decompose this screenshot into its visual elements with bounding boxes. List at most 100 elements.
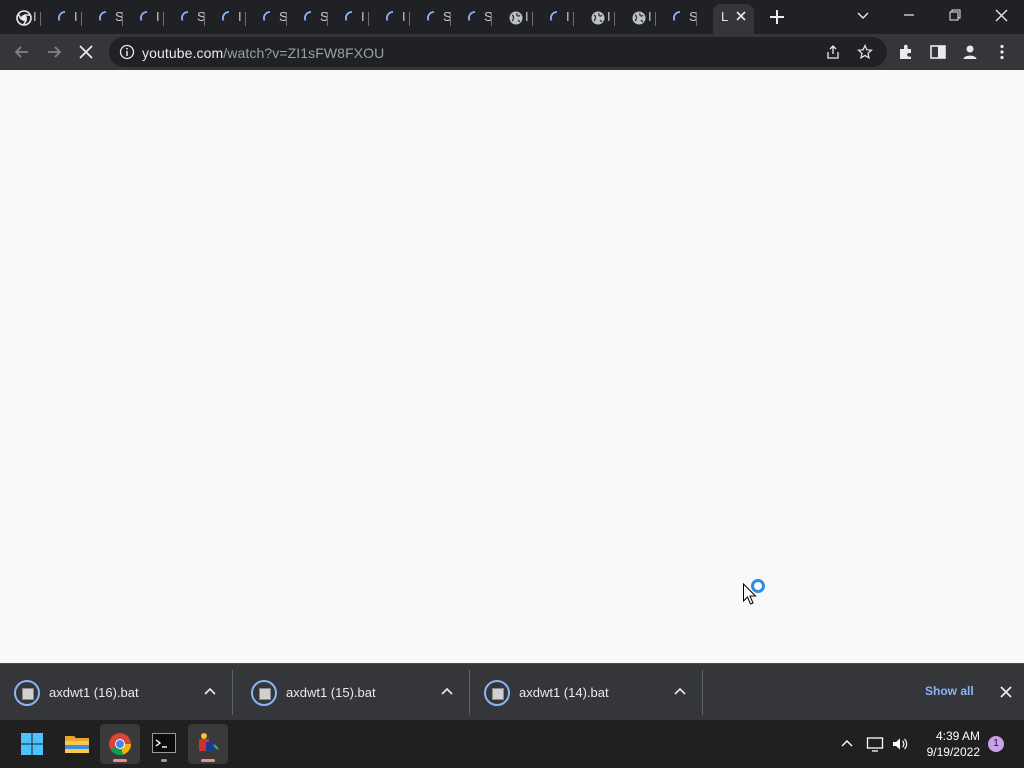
system-clock[interactable]: 4:39 AM 9/19/2022 [918,728,980,760]
chevron-up-icon[interactable] [204,686,216,698]
tab-title: I [238,9,242,24]
download-item[interactable]: axdwt1 (14).bat [470,664,703,721]
download-shelf: axdwt1 (16).bat axdwt1 (15).bat axdwt1 (… [0,663,1024,720]
browser-toolbar: youtube.com/watch?v=ZI1sFW8FXOU [0,34,1024,70]
tab-title: I [33,9,37,24]
tab-title: L [721,9,729,24]
loading-spinner-icon [180,10,196,26]
bookmark-star-icon[interactable] [857,44,873,60]
chrome-taskbar-button[interactable] [100,724,140,764]
running-indicator [161,759,167,762]
chevron-up-icon[interactable] [441,686,453,698]
browser-tab[interactable]: S [246,4,288,34]
browser-tab[interactable]: I [41,4,82,34]
file-explorer-button[interactable] [57,724,97,764]
app-icon [199,733,219,752]
loading-spinner-icon [303,10,319,26]
close-window-button[interactable] [978,0,1024,30]
windows-logo-icon [21,733,43,755]
url-path: /watch?v=ZI1sFW8FXOU [223,45,385,61]
globe-icon [508,10,524,26]
browser-tab[interactable]: S [164,4,206,34]
close-tab-icon[interactable] [733,8,749,24]
windows-taskbar: 4:39 AM 9/19/2022 1 [0,720,1024,768]
tab-title: I [361,9,365,24]
batch-file-icon [484,680,510,706]
chevron-down-icon [857,12,869,19]
show-hidden-icons-chevron-icon[interactable] [840,737,854,751]
browser-tab[interactable]: I [369,4,410,34]
tab-title: I [402,9,406,24]
tab-strip: IISISISSIISSIIIIS L [0,0,1024,34]
download-filename: axdwt1 (15).bat [286,685,376,700]
url-text[interactable]: youtube.com/watch?v=ZI1sFW8FXOU [142,45,384,61]
close-shelf-icon[interactable] [999,685,1013,699]
browser-tab[interactable]: I [492,4,533,34]
browser-tab[interactable]: S [451,4,493,34]
download-filename: axdwt1 (16).bat [49,685,139,700]
globe-icon [590,10,606,26]
side-panel-icon[interactable] [928,42,948,62]
terminal-taskbar-button[interactable] [144,724,184,764]
minimize-button[interactable] [886,0,932,30]
stop-loading-button[interactable] [76,42,96,62]
download-item[interactable]: axdwt1 (16).bat [0,664,233,721]
clock-time: 4:39 AM [935,729,980,743]
address-bar[interactable]: youtube.com/watch?v=ZI1sFW8FXOU [109,37,887,67]
page-content[interactable] [0,70,1024,663]
chrome-icon [109,733,132,756]
browser-tab[interactable]: I [615,4,656,34]
loading-spinner-icon [262,10,278,26]
info-icon[interactable] [119,44,135,60]
browser-tab[interactable]: I [205,4,246,34]
browser-tab[interactable]: I [328,4,369,34]
divider [232,670,233,715]
browser-tab[interactable]: I [574,4,615,34]
loading-spinner-icon [426,10,442,26]
app-taskbar-button[interactable] [188,724,228,764]
browser-tab[interactable]: S [410,4,452,34]
loading-spinner-icon [98,10,114,26]
profile-icon[interactable] [960,42,980,62]
extensions-icon[interactable] [896,42,916,62]
browser-tab[interactable]: S [287,4,329,34]
restore-button[interactable] [932,0,978,30]
browser-tab[interactable]: I [533,4,574,34]
loading-spinner-icon [221,10,237,26]
show-all-downloads-link[interactable]: Show all [925,684,974,698]
browser-tab[interactable]: I [0,4,41,34]
browser-tab[interactable]: S [656,4,698,34]
browser-tab[interactable]: I [123,4,164,34]
browser-tab[interactable]: S [82,4,124,34]
back-button[interactable] [12,42,32,62]
tab-title: I [156,9,160,24]
tab-divider [696,12,697,26]
volume-icon[interactable] [891,735,909,753]
start-button[interactable] [12,724,52,764]
tab-active[interactable]: L [713,4,754,34]
busy-cursor-icon [743,579,765,605]
tab-title: I [566,9,570,24]
chevron-up-icon[interactable] [674,686,686,698]
new-tab-button[interactable] [766,6,788,28]
tab-title: I [525,9,529,24]
download-filename: axdwt1 (14).bat [519,685,609,700]
loading-spinner-icon [344,10,360,26]
notification-badge[interactable]: 1 [988,736,1004,752]
share-icon[interactable] [825,44,841,60]
loading-spinner-icon [467,10,483,26]
tab-search-button[interactable] [840,0,886,30]
restore-icon [949,9,961,21]
tab-title: I [648,9,652,24]
menu-kebab-icon[interactable] [992,42,1012,62]
forward-button[interactable] [44,42,64,62]
download-item[interactable]: axdwt1 (15).bat [237,664,470,721]
loading-spinner-icon [139,10,155,26]
divider [702,670,703,715]
close-icon [995,9,1007,21]
batch-file-icon [251,680,277,706]
batch-file-icon [14,680,40,706]
network-icon[interactable] [866,735,884,753]
clock-date: 9/19/2022 [926,745,980,759]
globe-icon [631,10,647,26]
